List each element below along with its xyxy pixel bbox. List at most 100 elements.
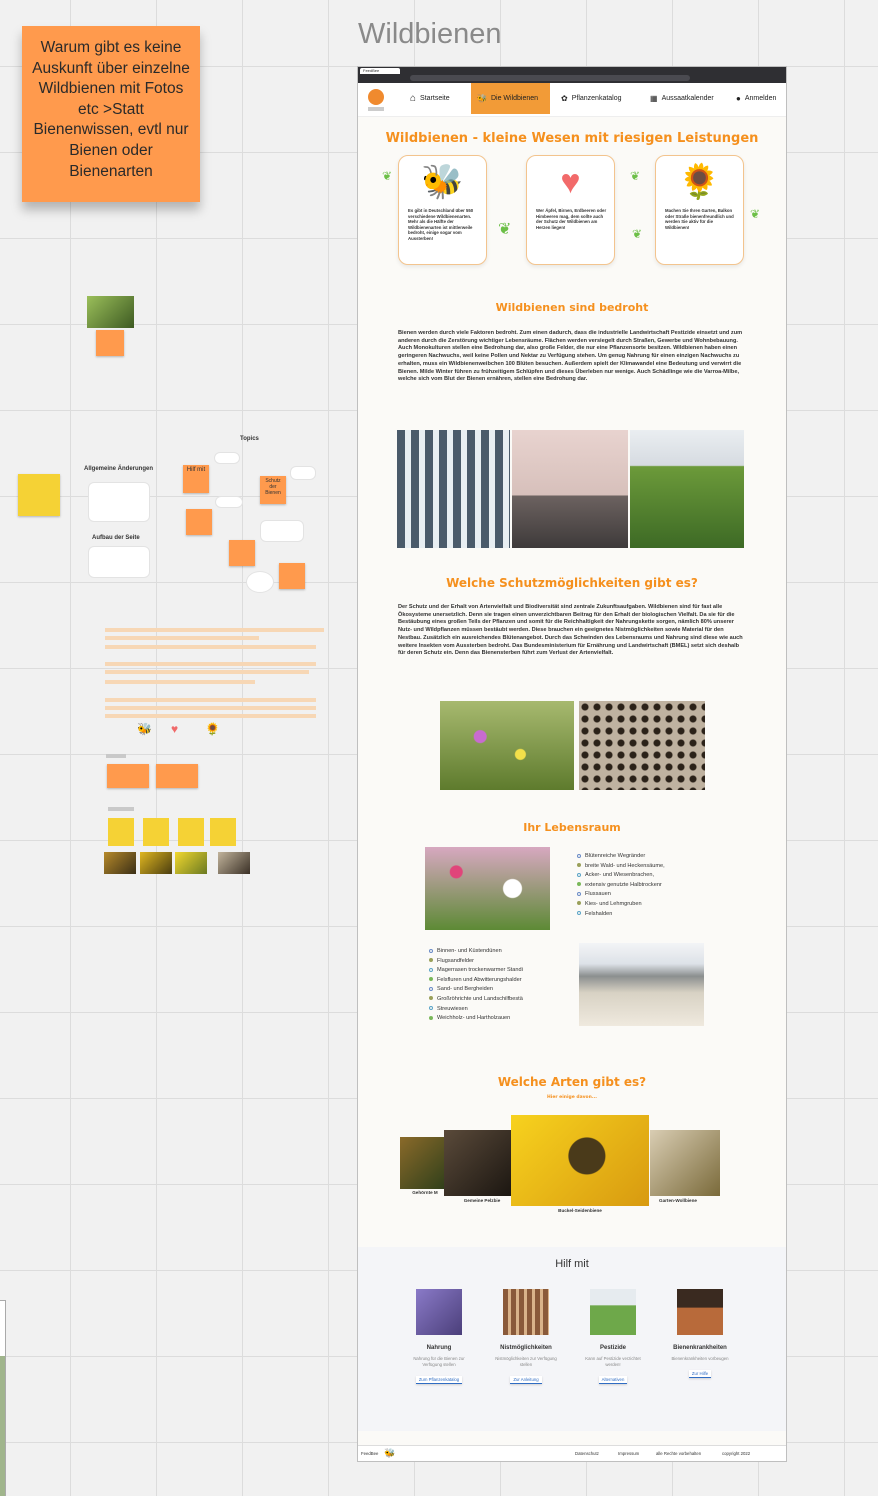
offscreen-frame[interactable] <box>0 1300 6 1496</box>
browser-chrome: FeedBee <box>358 67 786 83</box>
nav-home[interactable]: ⌂ Startseite <box>404 83 456 114</box>
schutz-sticky[interactable]: Schutz der Bienen <box>260 476 286 504</box>
bee-icon: 🐝 <box>477 93 487 103</box>
nav-login-label: Anmelden <box>744 95 777 102</box>
species-photo[interactable] <box>400 1137 446 1189</box>
habitat-list-label: Großröhrichte und Landschilfbestä <box>437 995 523 1002</box>
habitat-list-item: Großröhrichte und Landschilfbestä <box>429 995 523 1005</box>
plant-icon: ✿ <box>561 93 568 103</box>
hilf-mit-sticky[interactable]: Hilf mit <box>183 465 209 493</box>
changes-heading: Allgemeine Änderungen <box>84 466 154 472</box>
habitat-list-2: Binnen- und Küstendünen Flugsandfelder Mag… <box>429 947 523 1024</box>
mindmap-bubble[interactable] <box>246 571 274 593</box>
mindmap-sticky[interactable] <box>279 563 305 589</box>
mini-sticky-note[interactable] <box>96 330 124 356</box>
mindmap-bubble[interactable] <box>290 466 316 480</box>
placeholder-bar <box>105 698 316 702</box>
help-button[interactable]: Zur Anleitung <box>510 1376 542 1384</box>
placeholder-bar <box>105 706 316 710</box>
yellow-sticky[interactable] <box>178 818 204 846</box>
sunflower-icon: 🌻 <box>205 722 220 736</box>
footer-privacy-link[interactable]: Datenschutz <box>575 1451 599 1456</box>
habitat-list-item: Flussauen <box>577 890 665 900</box>
bullet-icon <box>577 853 581 858</box>
road-photo <box>512 430 628 548</box>
nav-kalender[interactable]: ▦ Aussaatkalender <box>644 83 720 114</box>
species-label: Gemeine Pelzbie <box>463 1198 501 1203</box>
yellow-sticky[interactable] <box>108 818 134 846</box>
habitat-list-label: Magerrasen trockenwarmer Standi <box>437 967 523 974</box>
nav-wildbienen[interactable]: 🐝 Die Wildbienen <box>471 83 550 114</box>
leaf-icon: ❦ <box>630 169 641 183</box>
heart-icon: ♥ <box>171 722 179 736</box>
help-button[interactable]: Zur Hilfe <box>688 1370 712 1378</box>
habitat-title: Ihr Lebensraum <box>523 821 621 834</box>
mindmap-bubble[interactable] <box>260 520 304 542</box>
bee-photo-thumbnail[interactable] <box>104 852 136 874</box>
meadow-photo <box>440 701 574 790</box>
hero-title: Wildbienen - kleine Wesen mit riesigen L… <box>385 131 759 146</box>
footer-imprint-link[interactable]: Impressum <box>618 1451 639 1456</box>
help-photo <box>590 1289 636 1335</box>
help-text: Kann auf Pestizide verzichtet werden! <box>585 1356 641 1367</box>
user-icon: ● <box>736 93 741 103</box>
placeholder-bar <box>106 754 126 758</box>
building-photo <box>397 430 510 548</box>
sunflower-icon: 🌻 <box>678 163 721 201</box>
mindmap-sticky[interactable] <box>186 509 212 535</box>
dune-photo <box>579 943 704 1026</box>
help-nist: Nistmöglichkeiten Nistmöglichkeiten zur … <box>491 1289 561 1386</box>
help-text: Nahrung für die Bienen zur Verfügung ste… <box>413 1356 465 1367</box>
help-text: Nistmöglichkeiten zur Verfügung stellen <box>495 1356 557 1367</box>
footer-rights: alle Rechte vorbehalten <box>656 1451 702 1456</box>
habitat-list-label: Felshalden <box>585 910 613 917</box>
help-photo <box>503 1289 549 1335</box>
board-title: Wildbienen <box>358 18 502 50</box>
habitat-list-1: Blütenreiche Wegränder breite Wald- und H… <box>577 852 665 919</box>
placeholder-bar <box>105 645 316 649</box>
bee-photo-thumbnail[interactable] <box>175 852 207 874</box>
mindmap-bubble[interactable] <box>215 496 243 508</box>
logo-icon[interactable] <box>368 89 384 105</box>
nav-login[interactable]: ● Anmelden <box>730 83 782 114</box>
mini-sticky-note[interactable] <box>107 764 149 788</box>
yellow-sticky[interactable] <box>210 818 236 846</box>
mindmap-bubble[interactable] <box>214 452 240 464</box>
site-navbar: ⌂ Startseite 🐝 Die Wildbienen ✿ Pflanzenkat… <box>358 83 786 117</box>
yellow-sticky[interactable] <box>18 474 60 516</box>
species-photo[interactable] <box>650 1130 720 1196</box>
bullet-icon <box>577 891 581 896</box>
footer-brand: FeedBee <box>361 1451 379 1456</box>
structure-card[interactable] <box>88 546 150 578</box>
help-photo <box>677 1289 723 1335</box>
sticky-note[interactable]: Warum gibt es keine Auskunft über einzel… <box>22 26 200 202</box>
habitat-list-item: Streuwiesen <box>429 1005 523 1015</box>
bee-photo-thumbnail[interactable] <box>140 852 172 874</box>
address-bar[interactable] <box>410 75 690 81</box>
species-photo-featured[interactable] <box>511 1115 649 1206</box>
help-button[interactable]: Alternativen <box>598 1376 628 1384</box>
home-icon: ⌂ <box>410 92 417 104</box>
species-label: Buckel-Seidenbiene <box>558 1208 602 1213</box>
bee-photo-thumbnail[interactable] <box>218 852 250 874</box>
protect-text: Der Schutz und der Erhalt von Artenvielf… <box>398 604 743 657</box>
help-krankheiten: Bienenkrankheiten Bienenkrankheiten vorb… <box>665 1289 735 1380</box>
yellow-sticky[interactable] <box>143 818 169 846</box>
help-button[interactable]: Zum Pflanzenkatalog <box>415 1376 463 1384</box>
help-pestizide: Pestizide Kann auf Pestizide verzichtet … <box>578 1289 648 1386</box>
browser-tab[interactable]: FeedBee <box>360 68 400 74</box>
bullet-icon <box>577 911 581 916</box>
habitat-list-item: Blütenreiche Wegränder <box>577 852 665 862</box>
species-photo[interactable] <box>444 1130 514 1196</box>
info-card-text: Wer Äpfel, Birnen, Erdbeeren oder Himbee… <box>536 208 607 230</box>
bullet-icon <box>429 977 433 982</box>
bee-photo-thumbnail[interactable] <box>87 296 134 328</box>
changes-card[interactable] <box>88 482 150 522</box>
nav-pflanzen[interactable]: ✿ Pflanzenkatalog <box>555 83 628 114</box>
placeholder-bar <box>108 807 134 811</box>
website-frame[interactable]: FeedBee ⌂ Startseite 🐝 Die Wildbienen ✿ Pfl… <box>357 66 787 1462</box>
mini-sticky-note[interactable] <box>156 764 198 788</box>
nav-wildbienen-label: Die Wildbienen <box>490 95 539 102</box>
mindmap-sticky[interactable] <box>229 540 255 566</box>
help-photo <box>416 1289 462 1335</box>
